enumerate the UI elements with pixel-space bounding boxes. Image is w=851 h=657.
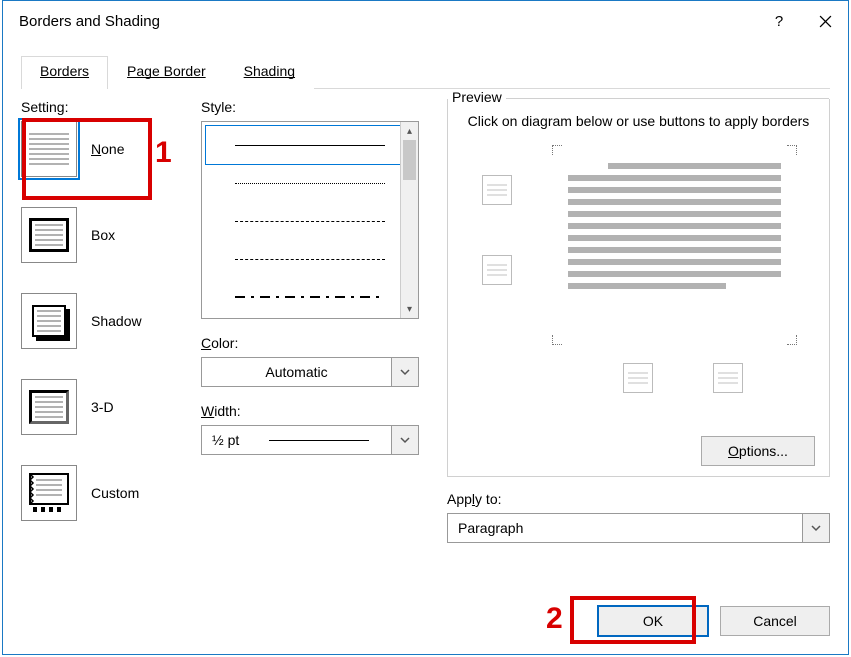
- setting-none-icon: [21, 121, 77, 177]
- apply-to-dropdown-button[interactable]: [802, 513, 830, 543]
- setting-shadow[interactable]: Shadow: [21, 293, 181, 349]
- preview-group: Preview Click on diagram below or use bu…: [447, 99, 830, 477]
- width-label: Width:: [201, 403, 427, 419]
- setting-none[interactable]: None: [21, 121, 181, 177]
- style-solid[interactable]: [206, 126, 414, 164]
- options-button[interactable]: Options...: [701, 436, 815, 466]
- setting-custom[interactable]: Custom: [21, 465, 181, 521]
- apply-to-label: Apply to:: [447, 491, 830, 507]
- setting-custom-icon: [21, 465, 77, 521]
- style-dashed-fine[interactable]: [206, 202, 414, 240]
- dialog-title: Borders and Shading: [19, 13, 160, 30]
- setting-label: Setting:: [21, 99, 181, 115]
- ok-button[interactable]: OK: [598, 606, 708, 636]
- setting-none-label: None: [91, 141, 124, 157]
- setting-box[interactable]: Box: [21, 207, 181, 263]
- width-sample-line: [269, 440, 369, 441]
- bottom-border-button[interactable]: [482, 255, 512, 285]
- style-dash-dot[interactable]: [206, 278, 414, 316]
- style-scrollbar[interactable]: ▴ ▾: [400, 122, 418, 318]
- close-button[interactable]: [802, 6, 848, 36]
- titlebar: Borders and Shading ?: [3, 1, 848, 41]
- preview-hint: Click on diagram below or use buttons to…: [462, 113, 815, 129]
- left-border-button[interactable]: [623, 363, 653, 393]
- color-value: Automatic: [201, 357, 391, 387]
- scroll-down-icon[interactable]: ▾: [401, 300, 418, 318]
- style-dashed[interactable]: [206, 240, 414, 278]
- setting-shadow-icon: [21, 293, 77, 349]
- style-label: Style:: [201, 99, 427, 115]
- tab-page-border[interactable]: Page Border: [108, 56, 225, 89]
- color-label: Color:: [201, 335, 427, 351]
- tab-shading[interactable]: Shading: [225, 56, 314, 89]
- tab-borders[interactable]: Borders: [21, 56, 108, 89]
- setting-box-label: Box: [91, 227, 115, 243]
- color-dropdown-button[interactable]: [391, 357, 419, 387]
- scroll-thumb[interactable]: [403, 140, 416, 180]
- setting-3d[interactable]: 3-D: [21, 379, 181, 435]
- setting-box-icon: [21, 207, 77, 263]
- width-value: ½ pt: [201, 425, 391, 455]
- right-border-button[interactable]: [713, 363, 743, 393]
- help-button[interactable]: ?: [756, 6, 802, 36]
- preview-label: Preview: [448, 89, 506, 105]
- width-combo[interactable]: ½ pt: [201, 425, 419, 455]
- apply-to-value: Paragraph: [447, 513, 802, 543]
- style-list[interactable]: ▴ ▾: [201, 121, 419, 319]
- preview-diagram[interactable]: [462, 145, 815, 345]
- width-dropdown-button[interactable]: [391, 425, 419, 455]
- setting-3d-icon: [21, 379, 77, 435]
- color-combo[interactable]: Automatic: [201, 357, 419, 387]
- cancel-button[interactable]: Cancel: [720, 606, 830, 636]
- top-border-button[interactable]: [482, 175, 512, 205]
- style-dotted[interactable]: [206, 164, 414, 202]
- scroll-up-icon[interactable]: ▴: [401, 122, 418, 140]
- apply-to-combo[interactable]: Paragraph: [447, 513, 830, 543]
- setting-shadow-label: Shadow: [91, 313, 142, 329]
- setting-3d-label: 3-D: [91, 399, 114, 415]
- tabstrip: Borders Page Border Shading: [21, 55, 830, 89]
- setting-custom-label: Custom: [91, 485, 139, 501]
